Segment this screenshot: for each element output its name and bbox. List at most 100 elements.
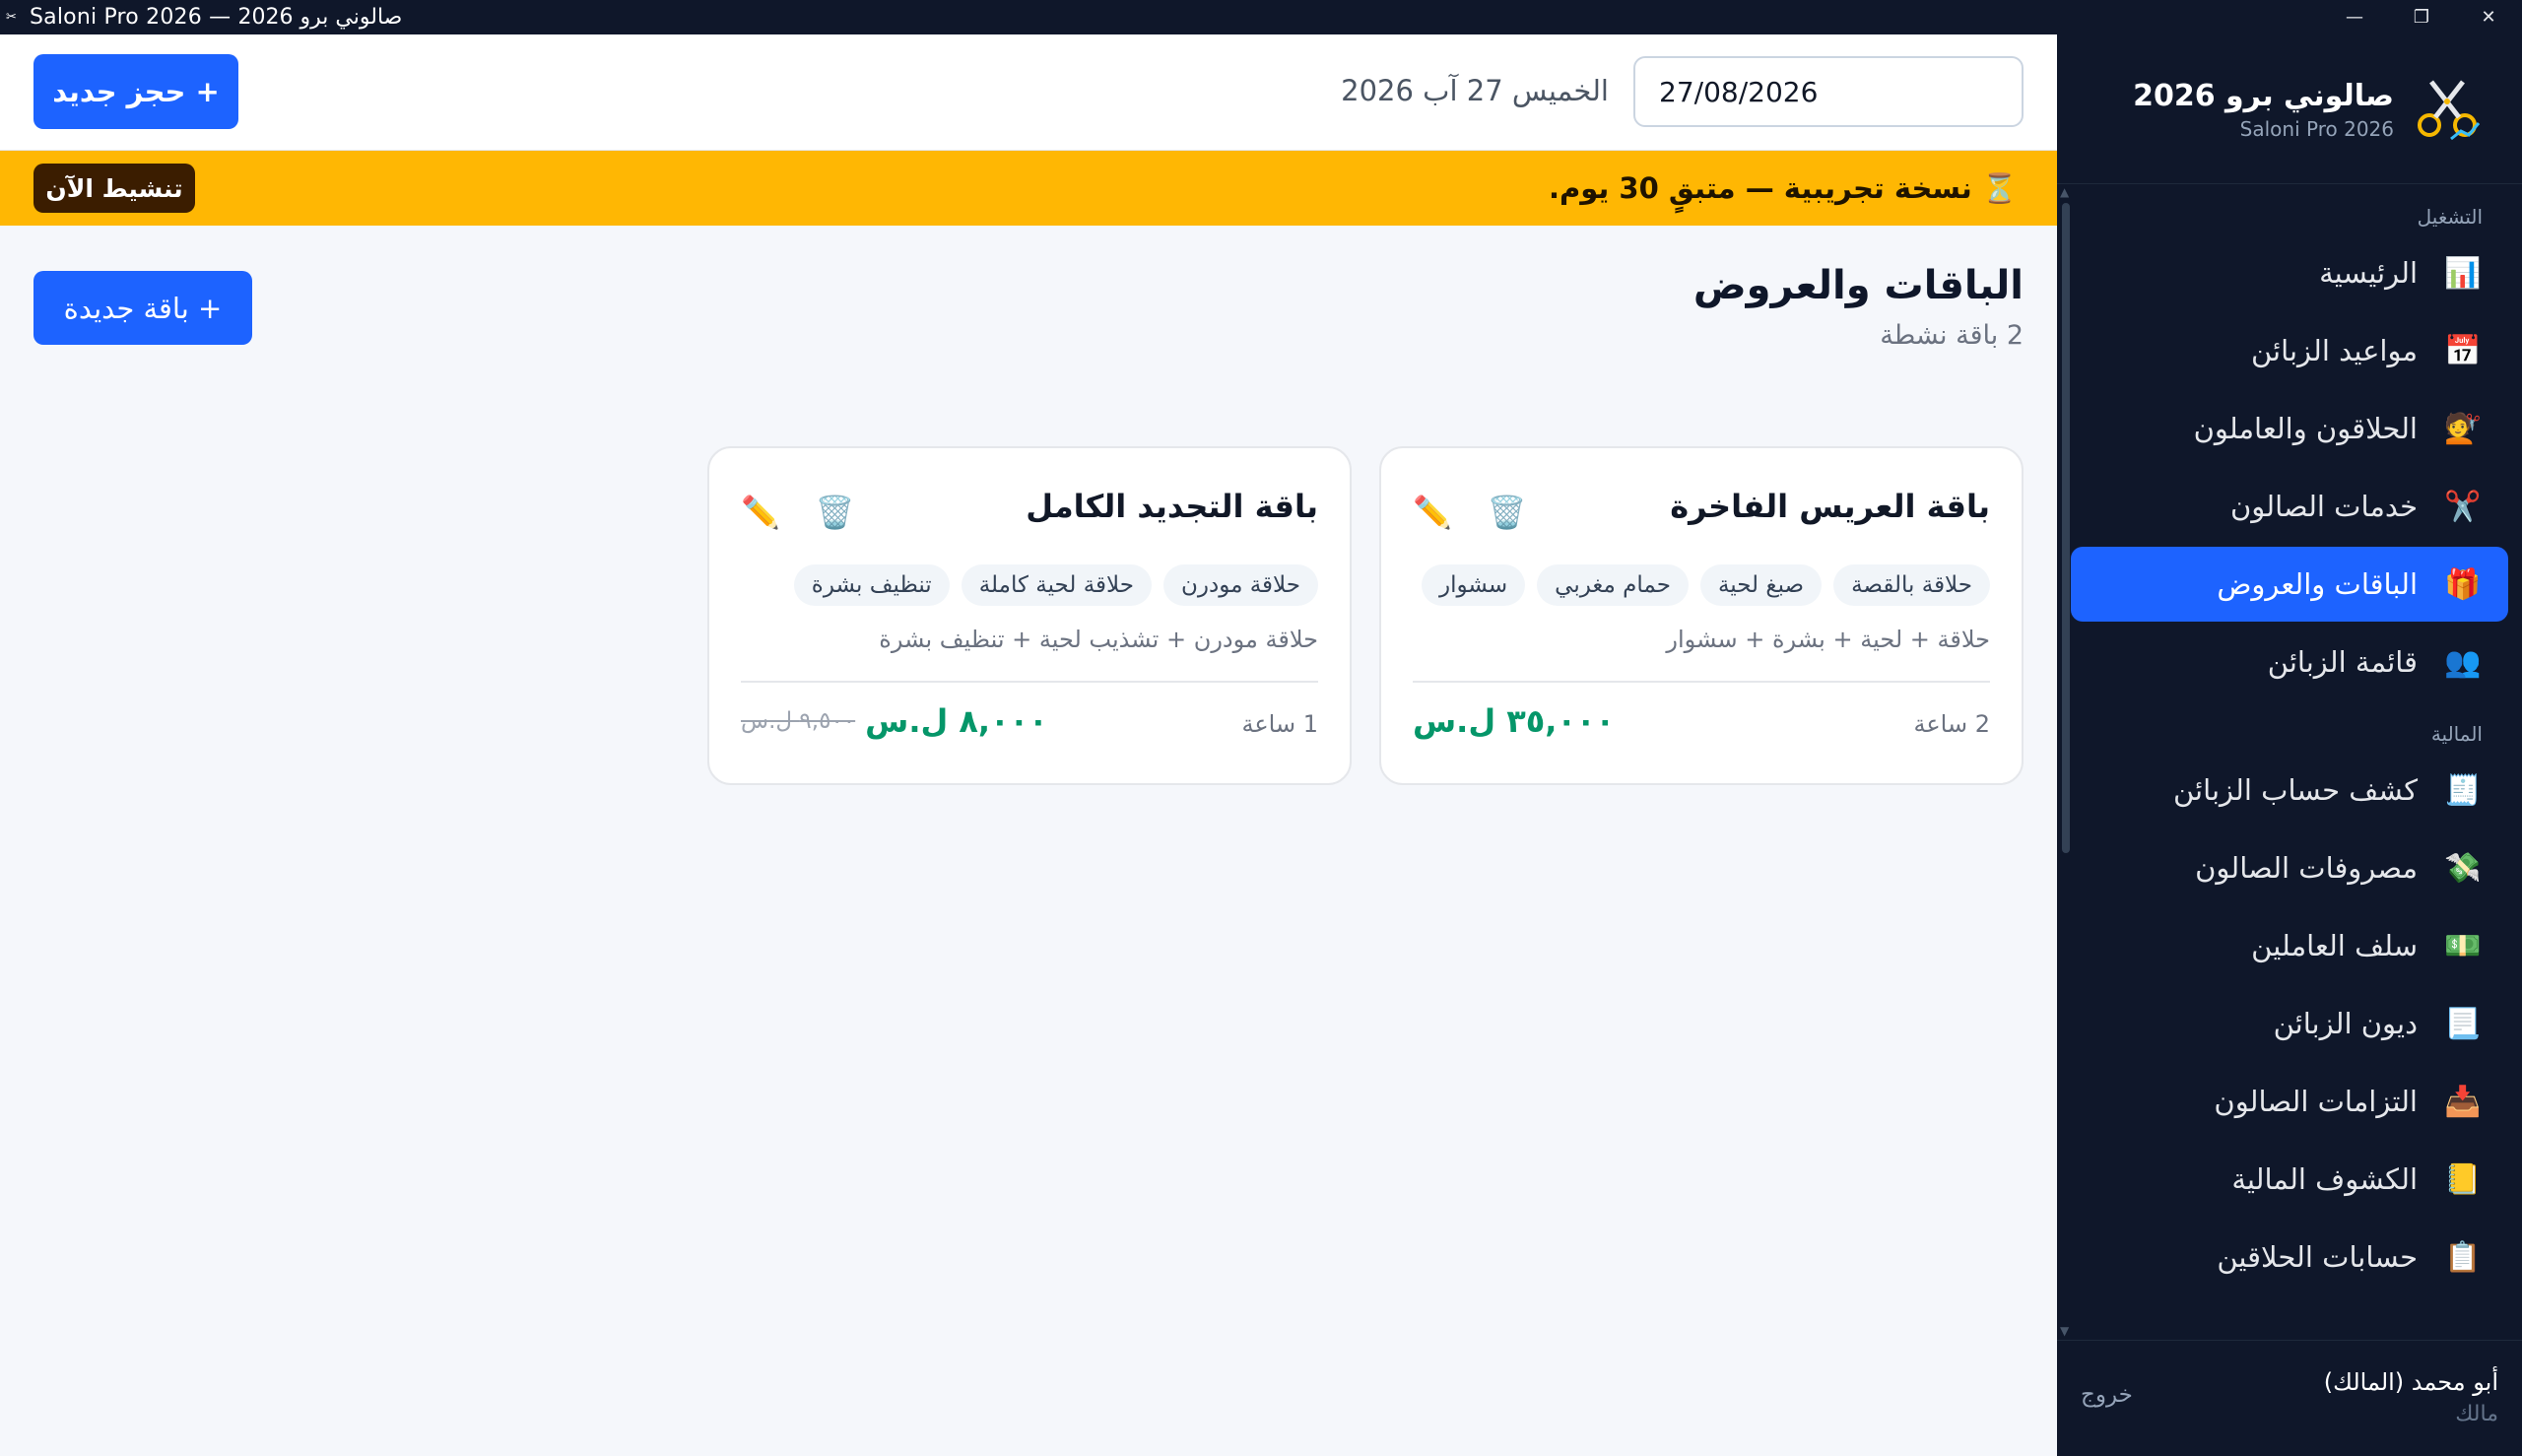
package-price: ٨,٠٠٠ ل.س [865, 702, 1048, 740]
service-tag: تنظيف بشرة [793, 564, 950, 606]
sidebar-nav: التشغيل 📊 الرئيسية 📅 مواعيد الزبائن 💇 ال… [2057, 185, 2522, 1338]
calendar-icon: 📅 [2444, 333, 2482, 368]
card-actions: 🗑️ ✏️ [1413, 494, 1527, 531]
gift-icon: 🎁 [2444, 566, 2482, 602]
sidebar-item-label: التزامات الصالون [2214, 1085, 2418, 1118]
page-title: الباقات والعروض [1692, 263, 2024, 308]
trial-text: نسخة تجريبية — متبقٍ 30 يوم. [1548, 170, 1972, 205]
package-tags: حلاقة مودرن حلاقة لحية كاملة تنظيف بشرة [793, 564, 1318, 606]
page-subtitle: 2 باقة نشطة [1880, 320, 2024, 351]
service-tag: حلاقة بالقصة [1833, 564, 1990, 606]
brand-name-ar: صالوني برو 2026 [2133, 78, 2394, 113]
window-titlebar: ✂ Saloni Pro 2026 — صالوني برو 2026 — ❐ … [0, 0, 2522, 34]
package-card: باقة العريس الفاخرة 🗑️ ✏️ حلاقة بالقصة ص… [1379, 446, 2024, 785]
sidebar-item-label: الباقات والعروض [2217, 567, 2418, 601]
window-title: Saloni Pro 2026 — صالوني برو 2026 [30, 5, 403, 30]
chart-icon: 📊 [2444, 255, 2482, 291]
activate-button[interactable]: تنشيط الآن [33, 164, 195, 213]
package-duration: 1 ساعة [1241, 710, 1318, 738]
brand-name-en: Saloni Pro 2026 [2239, 116, 2394, 141]
section-label-finance: المالية [2430, 722, 2483, 746]
sidebar-item-packages[interactable]: 🎁 الباقات والعروض [2071, 547, 2508, 622]
sidebar-item-label: الكشوف المالية [2231, 1162, 2418, 1196]
money-flying-icon: 💸 [2444, 850, 2482, 886]
new-booking-button[interactable]: + حجز جديد [33, 54, 238, 129]
service-tag: حلاقة لحية كاملة [961, 564, 1152, 606]
users-icon: 👥 [2444, 644, 2482, 680]
trial-message: ⏳ نسخة تجريبية — متبقٍ 30 يوم. [1549, 171, 2018, 206]
ledger-icon: 📒 [2444, 1161, 2482, 1197]
trash-icon[interactable]: 🗑️ [1488, 494, 1527, 531]
pencil-icon[interactable]: ✏️ [741, 494, 780, 531]
card-actions: 🗑️ ✏️ [741, 494, 855, 531]
sidebar-item-expenses[interactable]: 💸 مصروفات الصالون [2071, 830, 2508, 905]
package-name: باقة التجديد الكامل [1026, 488, 1318, 525]
sidebar-item-advances[interactable]: 💵 سلف العاملين [2071, 908, 2508, 983]
sidebar-item-customer-statement[interactable]: 🧾 كشف حساب الزبائن [2071, 753, 2508, 827]
service-tag: حمام مغربي [1537, 564, 1689, 606]
card-divider [741, 681, 1318, 683]
sidebar-item-label: قائمة الزبائن [2267, 645, 2418, 679]
sidebar-item-services[interactable]: ✂️ خدمات الصالون [2071, 469, 2508, 544]
dollar-bill-icon: 💵 [2444, 928, 2482, 963]
package-duration: 2 ساعة [1913, 710, 1990, 738]
brand-names: صالوني برو 2026 Saloni Pro 2026 [2133, 77, 2394, 142]
barber-person-icon: 💇 [2444, 411, 2482, 446]
service-tag: صبغ لحية [1699, 564, 1823, 606]
package-description: حلاقة + لحية + بشرة + سشوار [1666, 626, 1990, 653]
package-price: ٣٥,٠٠٠ ل.س [1413, 702, 1616, 740]
sidebar-item-label: ديون الزبائن [2273, 1007, 2418, 1040]
sidebar-item-customers[interactable]: 👥 قائمة الزبائن [2071, 625, 2508, 699]
date-value: 27/08/2026 [1659, 75, 1819, 108]
trial-banner: ⏳ نسخة تجريبية — متبقٍ 30 يوم. تنشيط الآ… [0, 151, 2057, 226]
window-controls: — ❐ ✕ [2321, 0, 2522, 34]
close-button[interactable]: ✕ [2455, 0, 2522, 34]
main-area: 27/08/2026 الخميس 27 آب 2026 + حجز جديد … [0, 34, 2057, 1456]
package-description: حلاقة مودرن + تشذيب لحية + تنظيف بشرة [879, 626, 1318, 653]
receipt-icon: 🧾 [2444, 772, 2482, 808]
new-package-button[interactable]: + باقة جديدة [33, 271, 252, 345]
date-field[interactable]: 27/08/2026 [1633, 56, 2024, 127]
sidebar-item-label: خدمات الصالون [2229, 490, 2418, 523]
section-label-operations: التشغيل [2417, 205, 2483, 229]
scissors-icon: ✂️ [2444, 489, 2482, 524]
sidebar-item-obligations[interactable]: 📥 التزامات الصالون [2071, 1064, 2508, 1139]
scissors-chart-icon [2410, 72, 2485, 147]
sidebar-item-label: مواعيد الزبائن [2250, 334, 2418, 367]
trash-icon[interactable]: 🗑️ [816, 494, 855, 531]
service-tag: سشوار [1422, 564, 1526, 606]
clipboard-icon: 📋 [2444, 1239, 2482, 1275]
sidebar-item-barber-accounts[interactable]: 📋 حسابات الحلاقين [2071, 1220, 2508, 1294]
sidebar-item-appointments[interactable]: 📅 مواعيد الزبائن [2071, 313, 2508, 388]
minimize-button[interactable]: — [2321, 0, 2388, 34]
sidebar-item-barbers[interactable]: 💇 الحلاقون والعاملون [2071, 391, 2508, 466]
inbox-icon: 📥 [2444, 1084, 2482, 1119]
app-icon: ✂ [6, 9, 17, 25]
card-divider [1413, 681, 1990, 683]
date-label: الخميس 27 آب 2026 [1341, 74, 1609, 107]
brand-header: صالوني برو 2026 Saloni Pro 2026 [2057, 34, 2522, 184]
sidebar-item-home[interactable]: 📊 الرئيسية [2071, 235, 2508, 310]
package-price-wrap: ٨,٠٠٠ ل.س ٩,٥٠٠ ل.س [741, 702, 1048, 740]
sidebar-item-label: حسابات الحلاقين [2217, 1240, 2418, 1274]
package-name: باقة العريس الفاخرة [1670, 488, 1990, 525]
sidebar-item-label: مصروفات الصالون [2195, 851, 2418, 885]
sidebar-item-label: سلف العاملين [2251, 929, 2418, 962]
user-name: أبو محمد (المالك) [2323, 1368, 2498, 1396]
maximize-button[interactable]: ❐ [2388, 0, 2455, 34]
packages-page: الباقات والعروض 2 باقة نشطة + باقة جديدة… [0, 226, 2057, 1456]
sidebar: صالوني برو 2026 Saloni Pro 2026 ▲ ▼ التش… [2057, 34, 2522, 1456]
package-tags: حلاقة بالقصة صبغ لحية حمام مغربي سشوار [1422, 564, 1990, 606]
package-old-price: ٩,٥٠٠ ل.س [741, 708, 856, 734]
hourglass-icon: ⏳ [1981, 170, 2018, 205]
logout-button[interactable]: خروج [2081, 1382, 2133, 1408]
user-role: مالك [2455, 1402, 2498, 1426]
sidebar-item-debts[interactable]: 📃 ديون الزبائن [2071, 986, 2508, 1061]
sidebar-item-label: الرئيسية [2319, 256, 2418, 290]
package-price-wrap: ٣٥,٠٠٠ ل.س [1413, 702, 1615, 740]
sidebar-item-financial-reports[interactable]: 📒 الكشوف المالية [2071, 1142, 2508, 1217]
pencil-icon[interactable]: ✏️ [1413, 494, 1452, 531]
sidebar-footer: أبو محمد (المالك) مالك خروج [2057, 1340, 2522, 1456]
sidebar-item-label: الحلاقون والعاملون [2193, 412, 2418, 445]
document-icon: 📃 [2444, 1006, 2482, 1041]
